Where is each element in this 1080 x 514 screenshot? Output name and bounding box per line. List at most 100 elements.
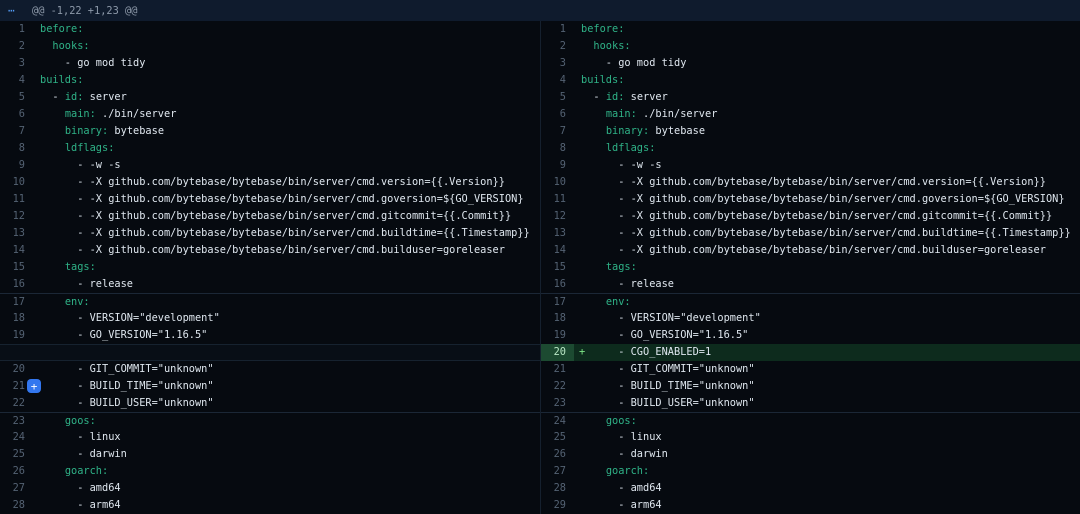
line-number[interactable]: 12 <box>541 208 574 225</box>
code-line: - -X github.com/bytebase/bytebase/bin/se… <box>33 242 540 259</box>
line-number[interactable]: 7 <box>541 123 574 140</box>
line-number[interactable]: 11 <box>541 191 574 208</box>
yaml-key: binary: <box>606 125 649 137</box>
line-number[interactable]: 3 <box>541 55 574 72</box>
line-number[interactable]: 6 <box>541 106 574 123</box>
code-text <box>40 465 65 477</box>
line-number[interactable]: 18 <box>541 310 574 327</box>
yaml-key: ldflags: <box>65 142 115 154</box>
line-number[interactable]: 7 <box>0 123 33 140</box>
code-text: - -w -s <box>581 159 662 171</box>
line-number[interactable]: 22 <box>0 395 33 412</box>
line-number[interactable]: 9 <box>541 157 574 174</box>
diff-row: 20 - GIT_COMMIT="unknown" <box>0 361 540 378</box>
line-number[interactable]: 25 <box>541 429 574 446</box>
line-number[interactable]: 2 <box>541 38 574 55</box>
line-number[interactable]: 28 <box>541 480 574 497</box>
line-number[interactable]: 11 <box>0 191 33 208</box>
line-number[interactable]: 20 <box>541 344 574 361</box>
code-text <box>40 296 65 308</box>
line-number[interactable]: 23 <box>0 413 33 429</box>
code-text: - <box>581 91 606 103</box>
line-number[interactable]: 27 <box>541 463 574 480</box>
line-number[interactable]: 20 <box>0 361 33 378</box>
code-line: ldflags: <box>33 140 540 157</box>
code-text: - -w -s <box>40 159 121 171</box>
line-number[interactable]: 1 <box>541 21 574 38</box>
yaml-key: env: <box>606 296 631 308</box>
line-number[interactable]: 18 <box>0 310 33 327</box>
line-number[interactable]: 15 <box>541 259 574 276</box>
code-text: - darwin <box>40 448 127 460</box>
line-number[interactable]: 9 <box>0 157 33 174</box>
line-number[interactable]: 24 <box>541 413 574 429</box>
hunk-header-row: ⋯ @@ -1,22 +1,23 @@ <box>0 0 1080 21</box>
line-number[interactable]: 12 <box>0 208 33 225</box>
line-number[interactable]: 4 <box>541 72 574 89</box>
code-line <box>33 345 540 360</box>
line-number[interactable]: 10 <box>0 174 33 191</box>
diff-row: 8 ldflags: <box>0 140 540 157</box>
code-text: - -X github.com/bytebase/bytebase/bin/se… <box>40 244 505 256</box>
line-number[interactable]: 26 <box>541 446 574 463</box>
code-text: - amd64 <box>581 482 662 494</box>
line-number[interactable]: 28 <box>0 497 33 514</box>
line-number[interactable]: 27 <box>0 480 33 497</box>
line-number[interactable]: 25 <box>0 446 33 463</box>
diff-row: 19 - GO_VERSION="1.16.5" <box>541 327 1080 344</box>
line-number[interactable]: 15 <box>0 259 33 276</box>
line-number[interactable]: 26 <box>0 463 33 480</box>
yaml-key: goarch: <box>65 465 108 477</box>
line-number[interactable]: 16 <box>541 276 574 293</box>
line-number[interactable]: 22 <box>541 378 574 395</box>
line-number[interactable]: 14 <box>0 242 33 259</box>
yaml-key: goos: <box>65 415 96 427</box>
line-number[interactable]: 4 <box>0 72 33 89</box>
diff-row: 17 env: <box>541 293 1080 310</box>
code-line: - linux <box>33 429 540 446</box>
code-text: bytebase <box>649 125 705 137</box>
code-text <box>581 415 606 427</box>
line-number[interactable]: 6 <box>0 106 33 123</box>
diff-row: 10 - -X github.com/bytebase/bytebase/bin… <box>541 174 1080 191</box>
line-number[interactable]: 14 <box>541 242 574 259</box>
line-number[interactable]: 8 <box>541 140 574 157</box>
code-text: - VERSION="development" <box>581 312 761 324</box>
line-number[interactable]: 1 <box>0 21 33 38</box>
line-number[interactable]: 24 <box>0 429 33 446</box>
line-number[interactable]: 3 <box>0 55 33 72</box>
line-number[interactable]: 23 <box>541 395 574 412</box>
line-number[interactable]: 13 <box>541 225 574 242</box>
code-text: server <box>83 91 126 103</box>
code-line: - id: server <box>574 89 1080 106</box>
line-number[interactable]: 17 <box>0 294 33 310</box>
code-line: - GO_VERSION="1.16.5" <box>33 327 540 344</box>
diff-row: 7 binary: bytebase <box>0 123 540 140</box>
line-number[interactable]: 29 <box>541 497 574 514</box>
line-number[interactable]: 19 <box>0 327 33 344</box>
expand-hunk-button[interactable]: ⋯ <box>0 0 28 21</box>
code-line: tags: <box>33 259 540 276</box>
line-number[interactable]: 2 <box>0 38 33 55</box>
diff-row: 5 - id: server <box>541 89 1080 106</box>
yaml-key: builds: <box>581 74 624 86</box>
line-number[interactable]: 16 <box>0 276 33 293</box>
line-number[interactable]: 13 <box>0 225 33 242</box>
diff-row: 3 - go mod tidy <box>0 55 540 72</box>
line-number[interactable]: 17 <box>541 294 574 310</box>
diff-row: 23 goos: <box>0 412 540 429</box>
line-number[interactable]: 19 <box>541 327 574 344</box>
line-number[interactable]: 8 <box>0 140 33 157</box>
line-number[interactable]: 5 <box>541 89 574 106</box>
line-number[interactable]: 5 <box>0 89 33 106</box>
diff-row: 9 - -w -s <box>541 157 1080 174</box>
code-text: - GIT_COMMIT="unknown" <box>40 363 214 375</box>
diff-row: 11 - -X github.com/bytebase/bytebase/bin… <box>541 191 1080 208</box>
add-comment-button[interactable]: + <box>27 379 41 393</box>
diff-row: 1before: <box>0 21 540 38</box>
code-text: - linux <box>581 431 662 443</box>
line-number[interactable]: 21 <box>541 361 574 378</box>
code-line: - go mod tidy <box>33 55 540 72</box>
diff-row: 18 - VERSION="development" <box>541 310 1080 327</box>
line-number[interactable]: 10 <box>541 174 574 191</box>
